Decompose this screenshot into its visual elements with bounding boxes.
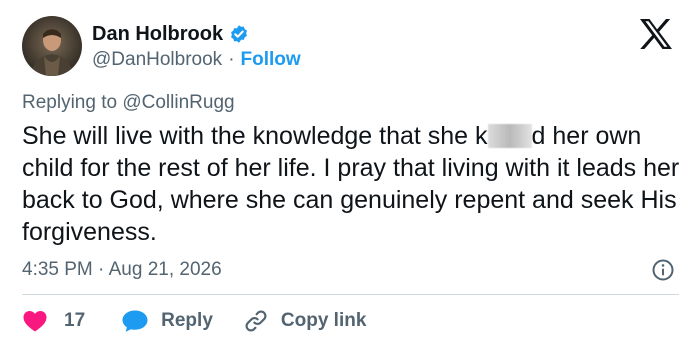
verified-badge-icon (229, 24, 249, 44)
link-icon (243, 308, 269, 334)
speech-bubble-icon (121, 309, 149, 333)
divider (22, 294, 679, 295)
like-count: 17 (64, 310, 86, 331)
copy-link-label: Copy link (280, 310, 367, 331)
tweet-embed-card: Dan Holbrook @DanHolbrook · Follow Reply… (0, 0, 700, 348)
handle-separator: · (228, 49, 235, 70)
author-handle[interactable]: @DanHolbrook (92, 49, 222, 71)
reply-button[interactable]: Reply (121, 309, 213, 333)
replying-to-line: Replying to @CollinRugg (22, 92, 235, 114)
censor-blur (487, 124, 532, 148)
author-handle-row: @DanHolbrook · Follow (92, 48, 301, 72)
like-button[interactable]: 17 (22, 309, 85, 333)
tweet-text-part-1: She will live with the knowledge that sh… (22, 122, 488, 150)
copy-link-button[interactable]: Copy link (243, 308, 367, 334)
reply-mention-link[interactable]: @CollinRugg (122, 92, 234, 113)
tweet-time: 4:35 PM (22, 259, 93, 280)
author-name-row: Dan Holbrook (92, 21, 249, 47)
follow-button[interactable]: Follow (241, 49, 301, 71)
author-display-name[interactable]: Dan Holbrook (92, 23, 223, 46)
x-logo-icon[interactable] (638, 18, 674, 50)
reply-label: Reply (161, 310, 213, 331)
replying-to-prefix: Replying to (22, 92, 118, 113)
tweet-text: She will live with the knowledge that sh… (22, 120, 682, 248)
info-icon[interactable] (651, 258, 675, 282)
tweet-date: Aug 21, 2026 (108, 259, 222, 280)
heart-icon (22, 309, 48, 333)
avatar[interactable] (22, 16, 82, 76)
action-bar: 17 Reply Copy link (22, 306, 366, 336)
tweet-timestamp[interactable]: 4:35 PM · Aug 21, 2026 (22, 259, 222, 281)
timestamp-separator: · (98, 259, 105, 280)
